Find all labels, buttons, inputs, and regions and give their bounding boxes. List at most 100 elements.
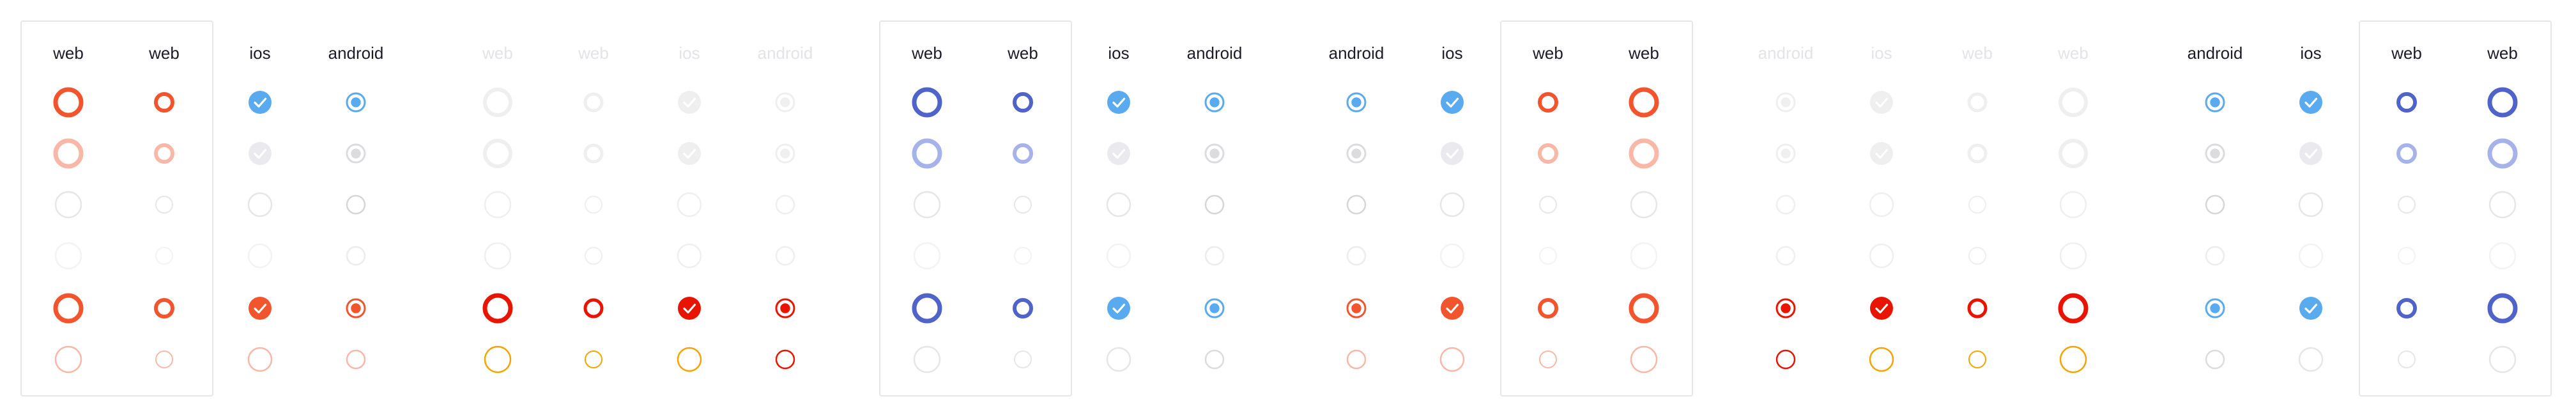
radio-checked-error[interactable] xyxy=(450,289,546,327)
radio-checked-error[interactable] xyxy=(20,289,116,327)
radio-unchecked[interactable] xyxy=(1596,185,1692,224)
radio-checked-error[interactable] xyxy=(2025,289,2121,327)
radio-checked-error[interactable] xyxy=(737,289,833,327)
radio-checked-error[interactable] xyxy=(2359,289,2455,327)
radio-unchecked-error[interactable] xyxy=(1834,340,1929,379)
radio-unchecked-error[interactable] xyxy=(641,340,737,379)
radio-unchecked[interactable] xyxy=(20,185,116,224)
radio-unchecked-error[interactable] xyxy=(1404,340,1500,379)
radio-checked-error[interactable] xyxy=(1834,289,1929,327)
radio-unchecked[interactable] xyxy=(641,185,737,224)
radio-checked[interactable] xyxy=(1738,83,1834,122)
radio-checked-error[interactable] xyxy=(879,289,975,327)
radio-unchecked[interactable] xyxy=(308,185,404,224)
radio-unchecked-error[interactable] xyxy=(1167,340,1262,379)
radio-checked[interactable] xyxy=(212,83,308,122)
radio-checked[interactable] xyxy=(116,83,212,122)
radio-unchecked[interactable] xyxy=(546,185,641,224)
radio-checked-error[interactable] xyxy=(641,289,737,327)
radio-checked[interactable] xyxy=(2359,83,2455,122)
radio-unchecked-error[interactable] xyxy=(2025,340,2121,379)
radio-unchecked-error[interactable] xyxy=(879,340,975,379)
radio-unchecked-error[interactable] xyxy=(212,340,308,379)
radio-unchecked-error[interactable] xyxy=(308,340,404,379)
radio-unchecked[interactable] xyxy=(212,185,308,224)
radio-checked[interactable] xyxy=(1834,83,1929,122)
radio-unchecked[interactable] xyxy=(1404,185,1500,224)
radio-checked[interactable] xyxy=(737,83,833,122)
radio-unchecked-error[interactable] xyxy=(1929,340,2025,379)
radio-checked-error[interactable] xyxy=(975,289,1071,327)
radio-checked-error[interactable] xyxy=(1500,289,1596,327)
radio-unchecked[interactable] xyxy=(450,185,546,224)
radio-checked-error[interactable] xyxy=(1071,289,1167,327)
radio-checked[interactable] xyxy=(1167,83,1262,122)
radio-unchecked-error[interactable] xyxy=(2359,340,2455,379)
radio-checked[interactable] xyxy=(975,83,1071,122)
radio-unchecked-error[interactable] xyxy=(1500,340,1596,379)
radio-checked[interactable] xyxy=(1404,83,1500,122)
radio-unchecked[interactable] xyxy=(1929,185,2025,224)
radio-checked[interactable] xyxy=(879,83,975,122)
radio-unchecked-error[interactable] xyxy=(2455,340,2550,379)
radio-checked[interactable] xyxy=(1596,83,1692,122)
radio-checked-error[interactable] xyxy=(1738,289,1834,327)
radio-checked-error[interactable] xyxy=(1308,289,1404,327)
radio-checked[interactable] xyxy=(1929,83,2025,122)
radio-unchecked[interactable] xyxy=(116,185,212,224)
radio-unchecked[interactable] xyxy=(2359,185,2455,224)
radio-checked-error[interactable] xyxy=(546,289,641,327)
radio-column-web: web xyxy=(2025,0,2121,417)
radio-unchecked[interactable] xyxy=(1071,185,1167,224)
radio-checked-error[interactable] xyxy=(212,289,308,327)
radio-unchecked-error[interactable] xyxy=(1596,340,1692,379)
radio-unchecked[interactable] xyxy=(2025,185,2121,224)
radio-unchecked[interactable] xyxy=(1308,185,1404,224)
radio-checked-error[interactable] xyxy=(2167,289,2263,327)
radio-unchecked-error[interactable] xyxy=(1738,340,1834,379)
radio-unchecked-error[interactable] xyxy=(450,340,546,379)
radio-unchecked-error[interactable] xyxy=(2263,340,2359,379)
radio-unchecked[interactable] xyxy=(1738,185,1834,224)
radio-unchecked[interactable] xyxy=(1500,185,1596,224)
radio-checked-error[interactable] xyxy=(1404,289,1500,327)
radio-checked-error[interactable] xyxy=(2455,289,2550,327)
radio-checked[interactable] xyxy=(2025,83,2121,122)
radio-unchecked[interactable] xyxy=(2263,185,2359,224)
radio-unchecked-error[interactable] xyxy=(2167,340,2263,379)
radio-checked[interactable] xyxy=(2263,83,2359,122)
radio-unchecked[interactable] xyxy=(2455,185,2550,224)
radio-column-web: web xyxy=(20,0,116,417)
radio-unchecked-error[interactable] xyxy=(20,340,116,379)
radio-checked-error[interactable] xyxy=(2263,289,2359,327)
radio-unchecked-disabled xyxy=(1929,237,2025,275)
radio-unchecked-error[interactable] xyxy=(737,340,833,379)
radio-checked[interactable] xyxy=(1071,83,1167,122)
radio-unchecked-error[interactable] xyxy=(1308,340,1404,379)
radio-unchecked-error[interactable] xyxy=(546,340,641,379)
radio-checked[interactable] xyxy=(1500,83,1596,122)
radio-checked-error[interactable] xyxy=(1596,289,1692,327)
radio-checked-error[interactable] xyxy=(116,289,212,327)
radio-unchecked[interactable] xyxy=(737,185,833,224)
radio-checked[interactable] xyxy=(20,83,116,122)
radio-unchecked[interactable] xyxy=(879,185,975,224)
radio-unchecked[interactable] xyxy=(975,185,1071,224)
radio-checked-error[interactable] xyxy=(1929,289,2025,327)
radio-checked[interactable] xyxy=(308,83,404,122)
radio-checked[interactable] xyxy=(450,83,546,122)
radio-unchecked-error[interactable] xyxy=(975,340,1071,379)
radio-checked-error[interactable] xyxy=(1167,289,1262,327)
radio-checked[interactable] xyxy=(546,83,641,122)
radio-checked[interactable] xyxy=(2167,83,2263,122)
radio-unchecked-error[interactable] xyxy=(1071,340,1167,379)
radio-checked-error[interactable] xyxy=(308,289,404,327)
radio-unchecked[interactable] xyxy=(1834,185,1929,224)
radio-unchecked-disabled-icon xyxy=(2059,242,2087,270)
radio-unchecked-error[interactable] xyxy=(116,340,212,379)
radio-checked[interactable] xyxy=(2455,83,2550,122)
radio-unchecked[interactable] xyxy=(2167,185,2263,224)
radio-checked[interactable] xyxy=(641,83,737,122)
radio-checked[interactable] xyxy=(1308,83,1404,122)
radio-unchecked[interactable] xyxy=(1167,185,1262,224)
